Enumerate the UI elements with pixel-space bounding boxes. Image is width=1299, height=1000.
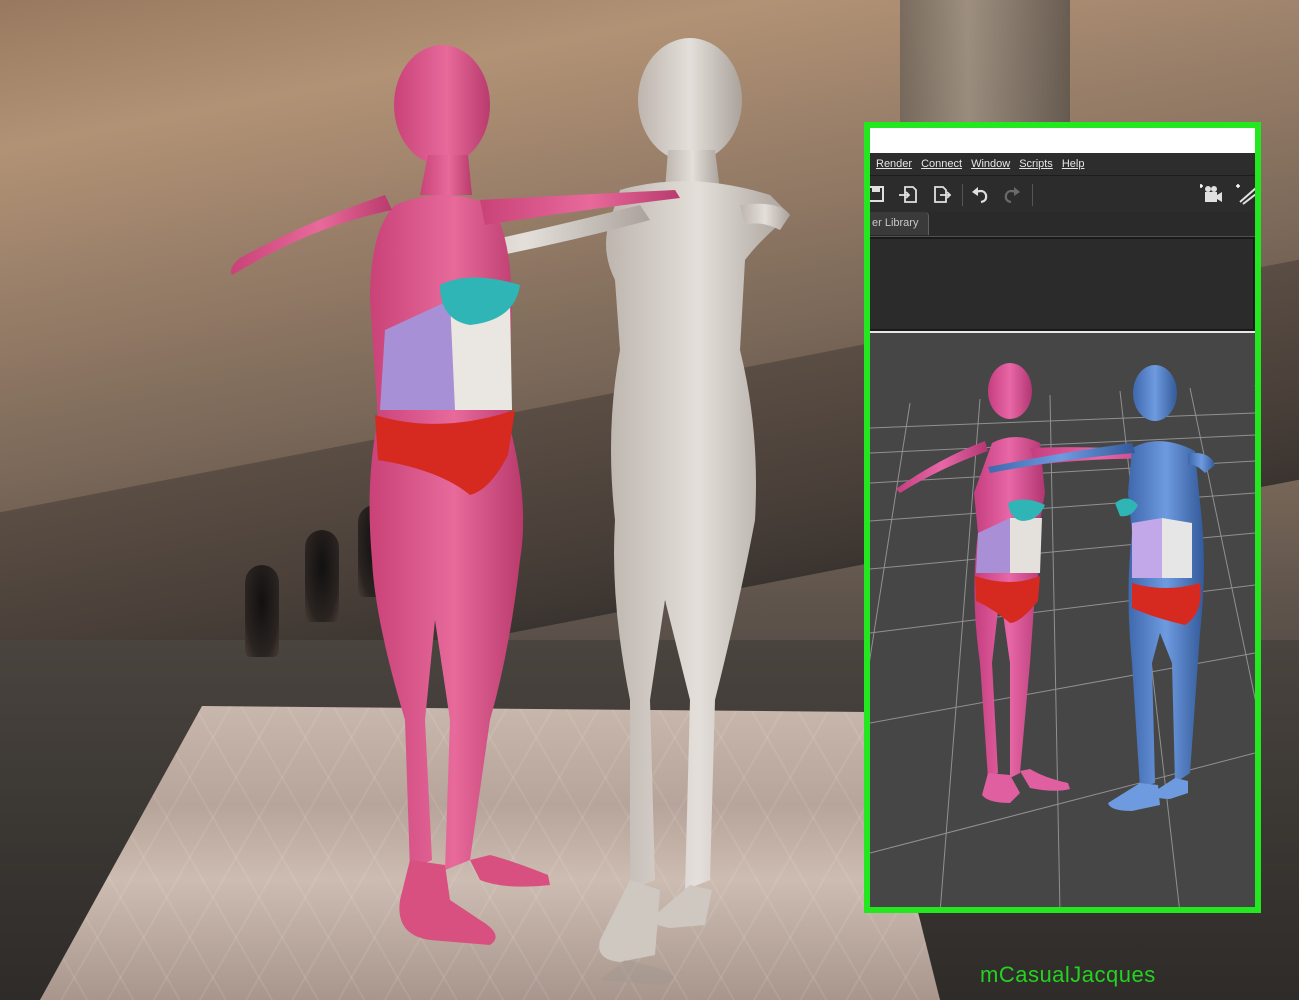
tab-bar: er Library <box>870 212 1255 237</box>
3d-viewport[interactable] <box>870 333 1255 907</box>
undo-icon <box>972 187 988 204</box>
save-button[interactable] <box>870 182 888 206</box>
save-icon <box>870 186 884 202</box>
toolbar <box>870 176 1255 212</box>
light-add-icon <box>1236 184 1255 205</box>
import-icon <box>899 186 917 203</box>
light-add-button[interactable] <box>1234 182 1255 206</box>
tab-library[interactable]: er Library <box>870 212 930 235</box>
undo-button[interactable] <box>968 182 992 206</box>
redo-button[interactable] <box>1000 182 1024 206</box>
toolbar-separator <box>1032 184 1033 206</box>
export-button[interactable] <box>930 182 954 206</box>
window-title-bar <box>870 128 1255 153</box>
app-screenshot-frame: Render Connect Window Scripts Help er Li… <box>864 122 1261 913</box>
figure-pink <box>231 45 680 945</box>
export-icon <box>934 186 952 203</box>
menu-connect[interactable]: Connect <box>921 158 962 170</box>
menu-scripts[interactable]: Scripts <box>1019 158 1053 170</box>
camera-add-icon <box>1200 184 1222 202</box>
menu-window[interactable]: Window <box>971 158 1010 170</box>
library-panel <box>870 237 1255 331</box>
menu-render[interactable]: Render <box>876 158 912 170</box>
menu-help[interactable]: Help <box>1062 158 1085 170</box>
import-button[interactable] <box>896 182 920 206</box>
camera-add-button[interactable] <box>1200 182 1224 206</box>
viewport-scene <box>870 363 1255 907</box>
redo-icon <box>1004 187 1020 204</box>
watermark: mCasualJacques <box>980 962 1156 987</box>
menu-bar: Render Connect Window Scripts Help <box>870 153 1255 176</box>
toolbar-separator <box>962 184 963 206</box>
